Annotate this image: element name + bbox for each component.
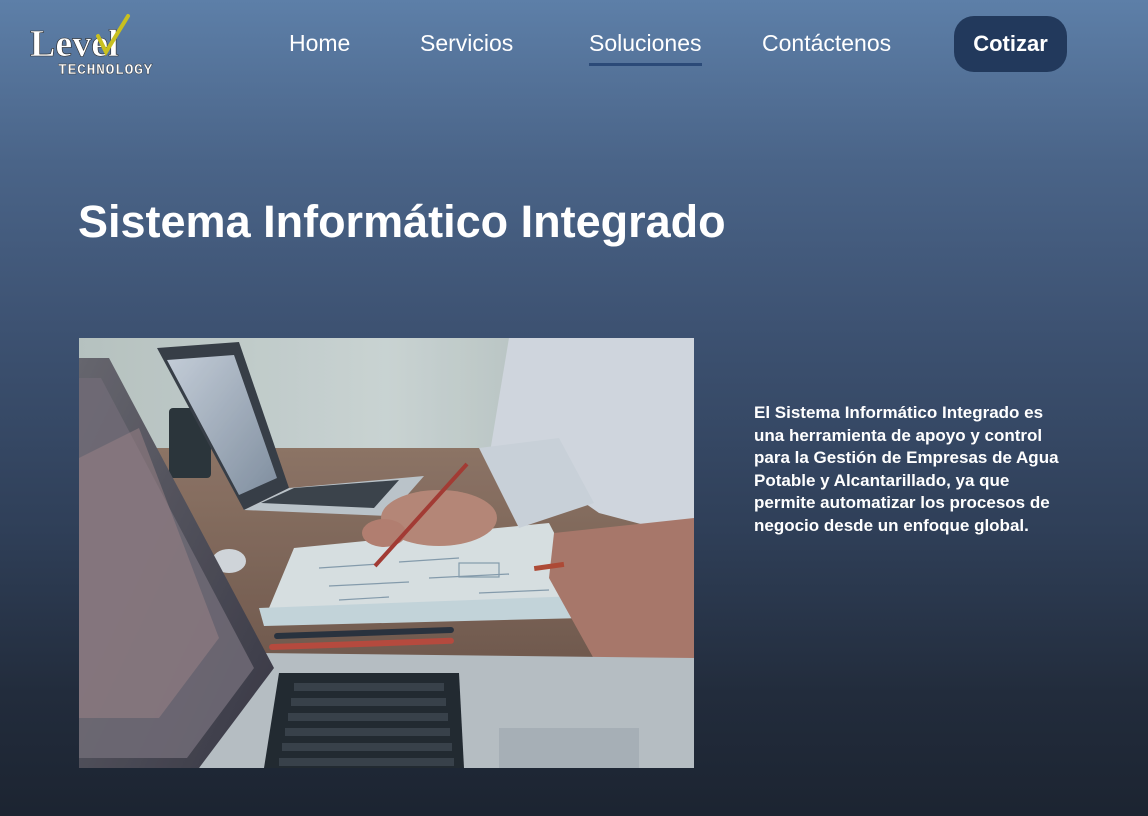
cotizar-button[interactable]: Cotizar bbox=[954, 16, 1067, 72]
level-technology-logo: Level TECHNOLOGY bbox=[30, 14, 153, 79]
nav-home[interactable]: Home bbox=[289, 30, 350, 63]
nav-soluciones[interactable]: Soluciones bbox=[589, 30, 702, 66]
nav-contactenos[interactable]: Contáctenos bbox=[762, 30, 891, 63]
solution-description: El Sistema Informático Integrado es una … bbox=[754, 403, 1059, 535]
logo-brand-text: Level bbox=[30, 23, 119, 65]
page-title: Sistema Informático Integrado bbox=[78, 196, 726, 247]
logo-sub-text: TECHNOLOGY bbox=[58, 62, 153, 79]
photo-illustration bbox=[79, 338, 694, 768]
office-laptops-photo bbox=[79, 338, 694, 768]
logo-link[interactable]: Level TECHNOLOGY bbox=[28, 10, 193, 80]
nav-servicios[interactable]: Servicios bbox=[420, 30, 513, 63]
site-header: Level TECHNOLOGY Home Servicios Solucion… bbox=[0, 0, 1148, 96]
